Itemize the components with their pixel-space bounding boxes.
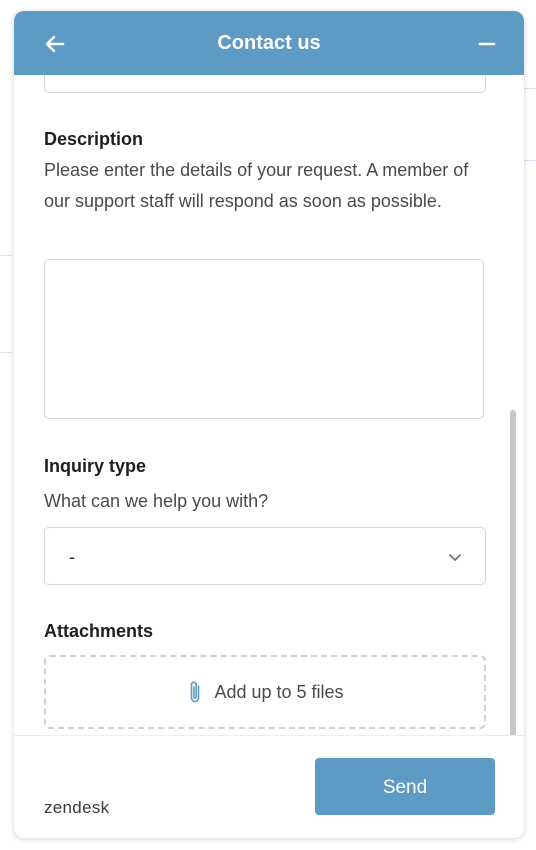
background-divider [0,352,12,353]
background-divider [524,160,536,161]
send-button[interactable]: Send [315,758,495,815]
minimize-button[interactable] [472,29,502,59]
attachments-label: Attachments [44,621,154,641]
widget-header: Contact us [14,11,524,75]
zendesk-logo[interactable]: zendesk [44,798,109,818]
inquiry-type-hint: What can we help you with? [44,491,269,511]
contact-widget: Contact us Description Please enter the … [14,11,524,838]
paperclip-icon [191,681,200,703]
form-scroll-area[interactable]: Description Please enter the details of … [14,75,524,735]
background-divider [0,255,12,256]
widget-title: Contact us [217,32,321,54]
inquiry-type-value: - [69,547,75,567]
back-button[interactable] [40,29,70,59]
inquiry-type-select[interactable]: - [44,527,486,585]
minus-icon [478,42,496,46]
attachments-dropzone-text: Add up to 5 files [214,681,344,702]
description-textarea[interactable] [44,259,484,419]
description-hint: Please enter the details of your request… [44,160,469,211]
background-divider [524,88,536,89]
arrow-left-icon [45,35,65,53]
scrollbar-thumb[interactable] [510,410,516,735]
inquiry-type-label: Inquiry type [44,456,147,476]
previous-field-input[interactable] [44,75,486,93]
description-label: Description [44,129,144,149]
attachments-dropzone[interactable]: Add up to 5 files [44,655,486,729]
chevron-down-icon [449,554,461,561]
widget-footer: zendesk Send [14,735,524,838]
